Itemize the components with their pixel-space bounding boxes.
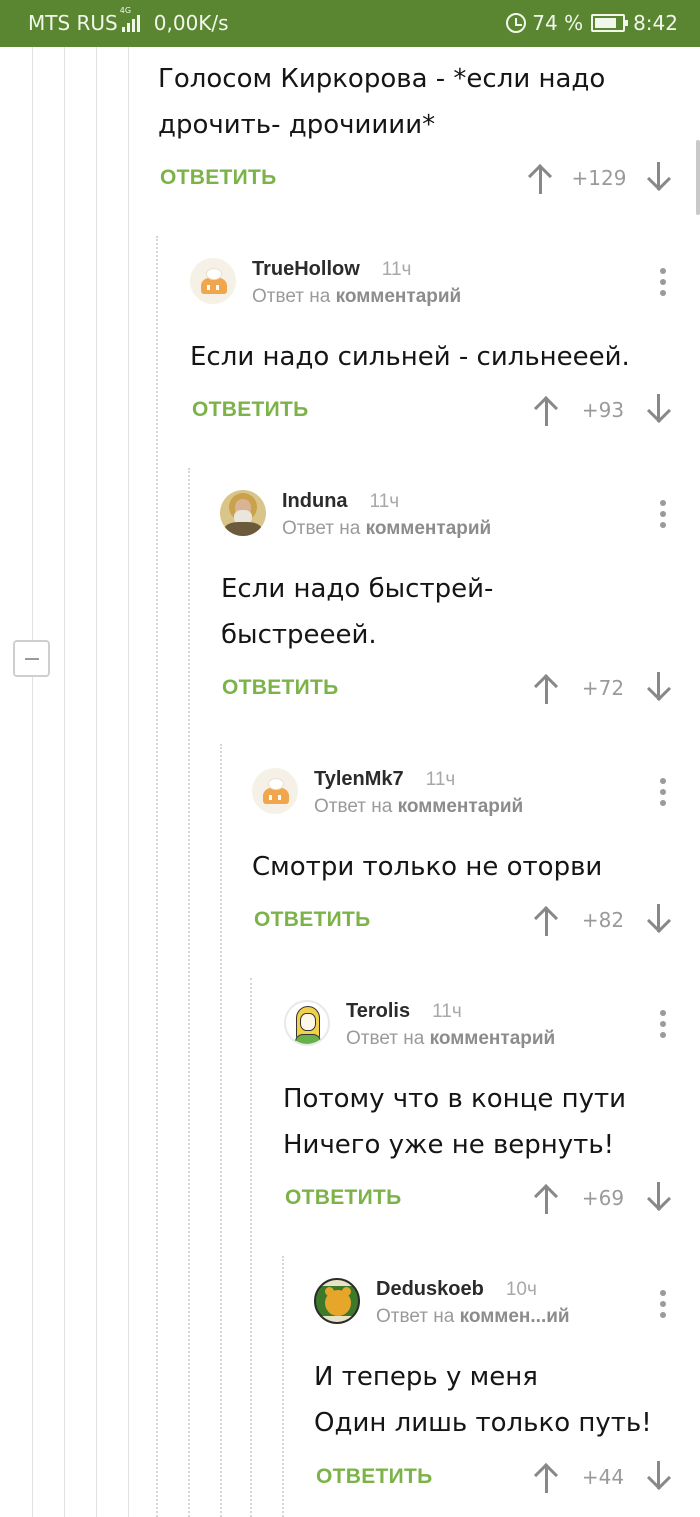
reply-to-line: Ответ на комментарий	[252, 286, 462, 307]
comment-time: 11ч	[432, 1001, 462, 1022]
reply-to-link[interactable]: комментарий	[430, 1028, 556, 1049]
comment-actions: ОТВЕТИТЬ +93	[192, 390, 700, 430]
status-bar: MTS RUS 4G 0,00K/s 74 % 8:42	[0, 0, 700, 47]
avatar[interactable]	[220, 490, 266, 536]
reply-to-link[interactable]: комментарий	[366, 518, 492, 539]
reply-to-link[interactable]: комментарий	[398, 796, 524, 817]
comment-score: +69	[581, 1186, 625, 1210]
downvote-icon[interactable]	[644, 162, 674, 194]
comment-username[interactable]: Deduskoeb	[376, 1278, 484, 1301]
carrier-name: MTS RUS	[28, 11, 118, 35]
thread-line	[64, 47, 65, 1517]
battery-icon	[591, 14, 629, 32]
comment-text-line: Ничего уже не вернуть!	[283, 1130, 615, 1160]
thread-line	[250, 978, 252, 1517]
comment-username[interactable]: Terolis	[346, 1000, 410, 1023]
reply-button[interactable]: ОТВЕТИТЬ	[316, 1457, 433, 1497]
upvote-icon[interactable]	[532, 1461, 562, 1493]
comment-text: Смотри только не оторви	[252, 852, 603, 882]
comment-actions: ОТВЕТИТЬ +44	[316, 1457, 700, 1497]
avatar[interactable]	[284, 1000, 330, 1046]
more-options-icon[interactable]	[660, 778, 666, 811]
comment-score: +129	[571, 166, 627, 190]
reply-to-line: Ответ на комментарий	[346, 1028, 556, 1049]
network-type: 4G	[119, 6, 132, 15]
downvote-icon[interactable]	[644, 1182, 674, 1214]
more-options-icon[interactable]	[660, 268, 666, 301]
reply-to-line: Ответ на комментарий	[282, 518, 492, 539]
comment-header: Induna 11ч Ответ на комментарий	[220, 490, 491, 540]
reply-button[interactable]: ОТВЕТИТЬ	[192, 390, 309, 430]
clock: 8:42	[633, 11, 678, 35]
comment-actions: ОТВЕТИТЬ +69	[285, 1178, 700, 1218]
downvote-icon[interactable]	[644, 904, 674, 936]
alarm-icon	[506, 13, 527, 33]
comment-text-line: Один лишь только путь!	[314, 1408, 652, 1438]
avatar[interactable]	[190, 258, 236, 304]
downvote-icon[interactable]	[644, 672, 674, 704]
comment-time: 11ч	[381, 259, 412, 280]
comment-time: 11ч	[369, 491, 400, 512]
reply-button[interactable]: ОТВЕТИТЬ	[285, 1178, 402, 1218]
reply-to-link[interactable]: комментарий	[336, 286, 462, 307]
comment-actions: ОТВЕТИТЬ +129	[160, 158, 700, 198]
reply-button[interactable]: ОТВЕТИТЬ	[160, 158, 277, 198]
more-options-icon[interactable]	[660, 500, 666, 533]
comment-text-line: Потому что в конце пути	[283, 1084, 627, 1114]
comment-header: TrueHollow 11ч Ответ на комментарий	[190, 258, 461, 308]
comment-text: Голосом Киркорова - *если надо дрочить- …	[158, 64, 606, 140]
signal-icon: 4G	[120, 6, 140, 32]
thread-line	[188, 468, 190, 1517]
downvote-icon[interactable]	[644, 394, 674, 426]
upvote-icon[interactable]	[532, 394, 562, 426]
comment-score: +44	[581, 1465, 625, 1489]
comment-text: И теперь у меня Один лишь только путь!	[314, 1354, 670, 1446]
upvote-icon[interactable]	[532, 1182, 562, 1214]
avatar[interactable]	[314, 1278, 360, 1324]
thread-line	[220, 744, 222, 1517]
comment-username[interactable]: TylenMk7	[314, 768, 404, 791]
reply-to-line: Ответ на коммен...ий	[376, 1306, 570, 1327]
collapse-thread-button[interactable]	[13, 640, 50, 677]
reply-to-line: Ответ на комментарий	[314, 796, 524, 817]
comment-actions: ОТВЕТИТЬ +72	[222, 668, 700, 708]
comment-actions: ОТВЕТИТЬ +82	[254, 900, 700, 940]
comment-text: Потому что в конце пути Ничего уже не ве…	[283, 1076, 670, 1168]
thread-line	[128, 47, 129, 1517]
comment-score: +82	[581, 908, 625, 932]
downvote-icon[interactable]	[644, 1461, 674, 1493]
comment-score: +93	[581, 398, 625, 422]
reply-to-link[interactable]: коммен...ий	[460, 1306, 570, 1327]
network-speed: 0,00K/s	[153, 11, 229, 35]
comment-username[interactable]: Induna	[282, 490, 348, 513]
more-options-icon[interactable]	[660, 1290, 666, 1323]
upvote-icon[interactable]	[532, 672, 562, 704]
comment-text-line: И теперь у меня	[314, 1362, 538, 1392]
comment-text: Если надо быстрей-быстрееей.	[221, 574, 494, 650]
battery-percent: 74 %	[532, 11, 584, 35]
comment-text: Если надо сильней - сильнееей.	[190, 342, 630, 372]
thread-line	[32, 47, 33, 1517]
comment-header: Deduskoeb 10ч Ответ на коммен...ий	[314, 1278, 570, 1328]
comment-username[interactable]: TrueHollow	[252, 258, 360, 281]
upvote-icon[interactable]	[526, 162, 556, 194]
avatar[interactable]	[252, 768, 298, 814]
thread-line	[156, 236, 158, 1517]
comment-score: +72	[581, 676, 625, 700]
thread-line	[282, 1256, 284, 1517]
comment-time: 11ч	[425, 769, 456, 790]
reply-button[interactable]: ОТВЕТИТЬ	[254, 900, 371, 940]
thread-line	[96, 47, 97, 1517]
more-options-icon[interactable]	[660, 1010, 666, 1043]
comment-time: 10ч	[505, 1279, 537, 1300]
upvote-icon[interactable]	[532, 904, 562, 936]
comment-header: TylenMk7 11ч Ответ на комментарий	[252, 768, 523, 818]
reply-button[interactable]: ОТВЕТИТЬ	[222, 668, 339, 708]
comment-header: Terolis 11ч Ответ на комментарий	[284, 1000, 555, 1050]
